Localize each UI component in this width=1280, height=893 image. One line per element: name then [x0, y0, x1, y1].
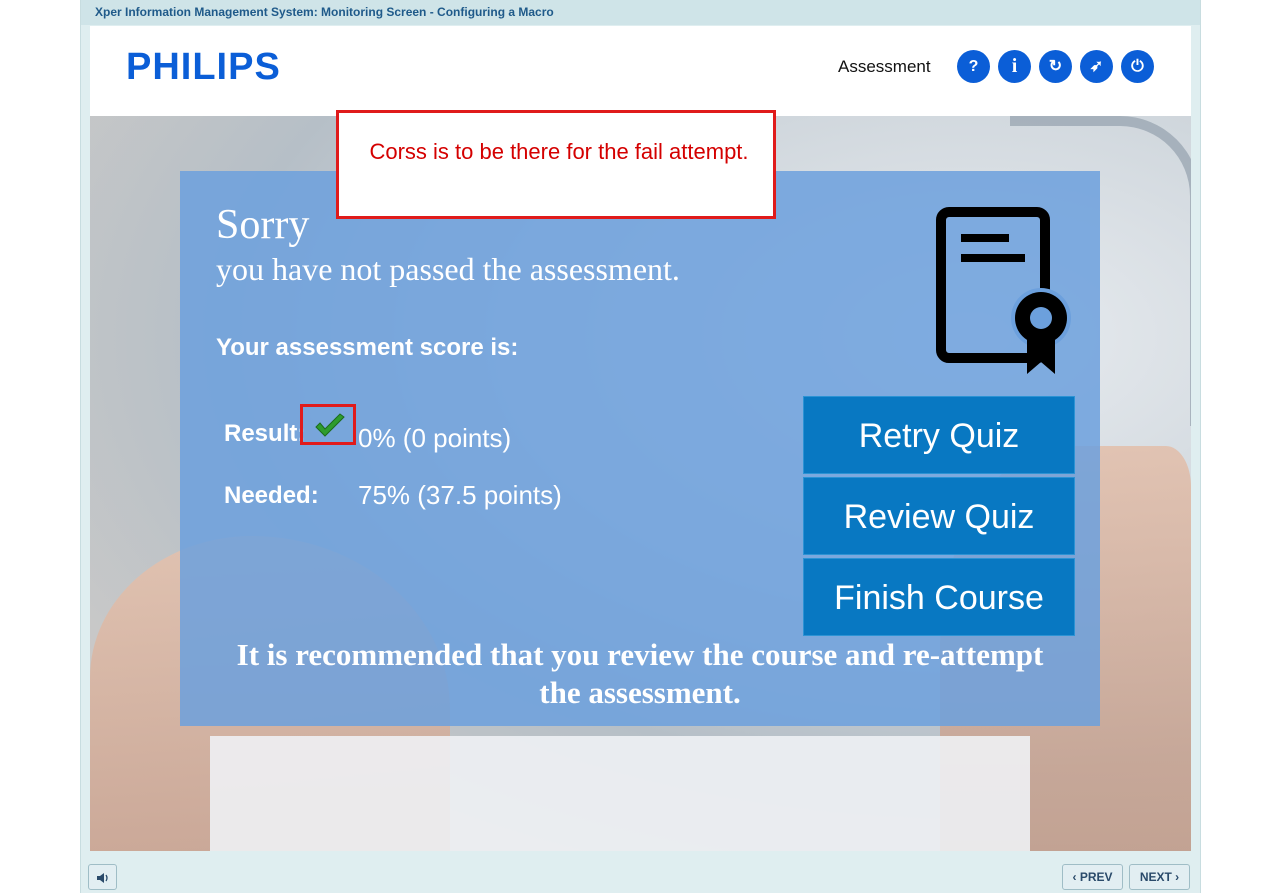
section-label: Assessment [838, 57, 931, 76]
refresh-icon: ↻ [1048, 58, 1063, 75]
result-subheading: you have not passed the assessment. [216, 251, 680, 287]
power-icon: ⏻ [1131, 58, 1144, 75]
chevron-left-icon: ‹ [1072, 870, 1077, 884]
power-button[interactable]: ⏻ [1121, 50, 1154, 83]
needed-label: Needed: [224, 482, 319, 509]
course-header: PHILIPS Assessment ? i ↻ ➶ ⏻ [90, 26, 1191, 116]
recommendation-text: It is recommended that you review the co… [236, 637, 1044, 710]
result-value: 0% (0 points) [358, 423, 512, 453]
next-button[interactable]: NEXT › [1129, 864, 1190, 890]
retry-quiz-button[interactable]: Retry Quiz [803, 396, 1075, 474]
title-bar: Xper Information Management System: Moni… [81, 0, 1200, 25]
window-title: Xper Information Management System: Moni… [95, 5, 554, 19]
compass-icon: ➶ [1089, 58, 1104, 75]
prev-button[interactable]: ‹ PREV [1062, 864, 1123, 890]
refresh-button[interactable]: ↻ [1039, 50, 1072, 83]
review-quiz-button[interactable]: Review Quiz [803, 477, 1075, 555]
help-icon: ? [968, 58, 979, 75]
audio-button[interactable] [88, 864, 117, 890]
info-button[interactable]: i [998, 50, 1031, 83]
app-window: Xper Information Management System: Moni… [80, 0, 1201, 893]
chevron-right-icon: › [1175, 870, 1180, 884]
info-icon: i [1011, 55, 1018, 77]
review-callout: Corss is to be there for the fail attemp… [336, 110, 776, 219]
finish-course-button[interactable]: Finish Course [803, 558, 1075, 636]
next-label: NEXT [1139, 870, 1172, 884]
philips-logo: PHILIPS [126, 46, 281, 88]
certificate-icon [936, 207, 1071, 374]
checkmark-icon [315, 413, 345, 437]
callout-text: Corss is to be there for the fail attemp… [369, 139, 749, 164]
result-heading: Sorry [216, 202, 310, 248]
result-label: Result: [224, 420, 306, 447]
speaker-icon [96, 870, 110, 884]
needed-value: 75% (37.5 points) [358, 480, 562, 510]
prev-label: PREV [1079, 870, 1113, 884]
help-button[interactable]: ? [957, 50, 990, 83]
score-label: Your assessment score is: [216, 334, 519, 361]
course-stage: PHILIPS Assessment ? i ↻ ➶ ⏻ Sorry you h… [90, 26, 1191, 851]
check-highlight-box [300, 404, 356, 445]
result-panel: Sorry you have not passed the assessment… [180, 171, 1100, 726]
paper-shape [210, 736, 1030, 851]
compass-button[interactable]: ➶ [1080, 50, 1113, 83]
